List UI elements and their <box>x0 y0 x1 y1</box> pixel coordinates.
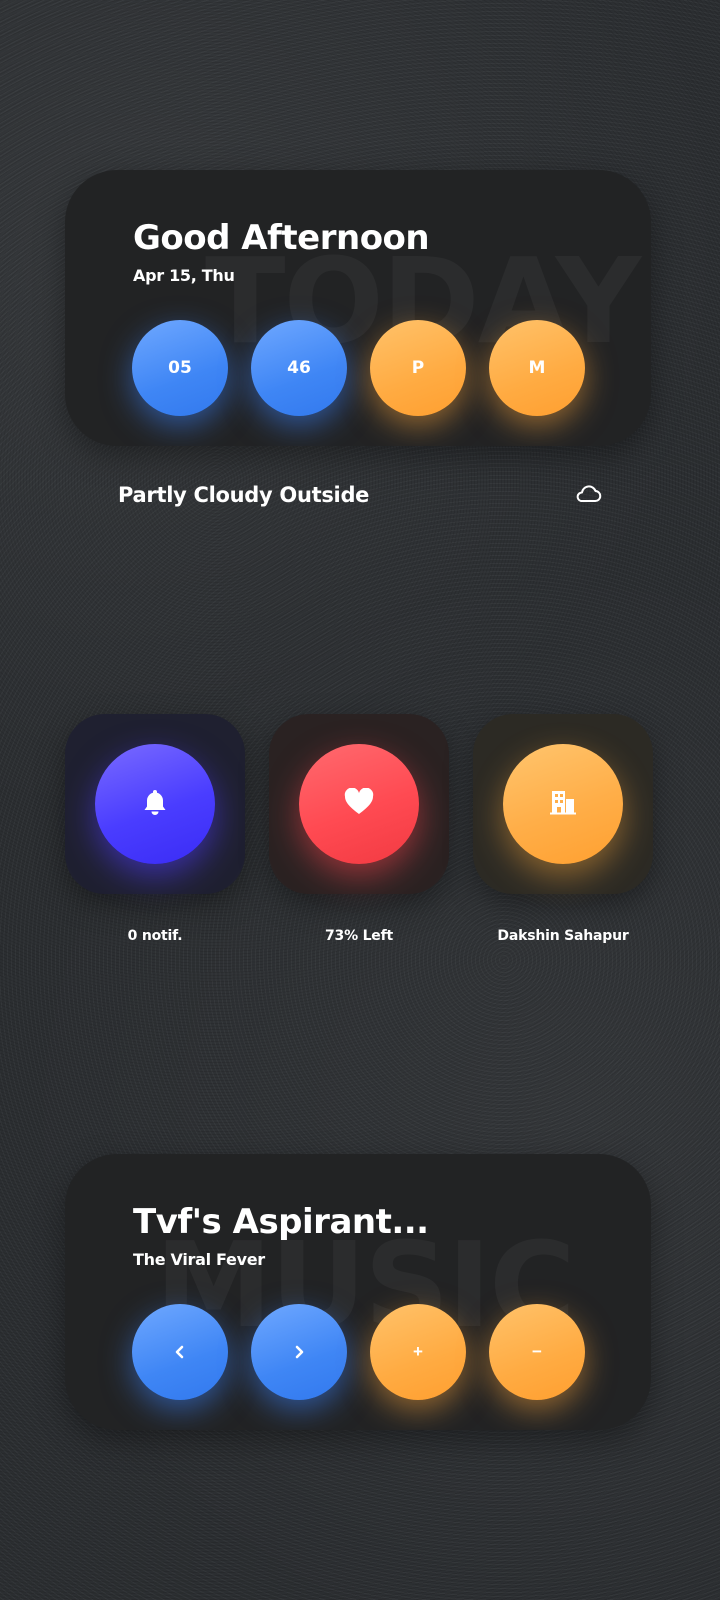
ampm-p-circle[interactable]: P <box>370 320 466 416</box>
location-button[interactable] <box>503 744 623 864</box>
cloud-icon <box>574 482 602 508</box>
volume-down-button[interactable]: − <box>489 1304 585 1400</box>
clock-widget: TODAY Good Afternoon Apr 15, Thu 05 46 P… <box>65 170 651 446</box>
minute-circle[interactable]: 46 <box>251 320 347 416</box>
location-label: Dakshin Sahapur <box>497 928 629 944</box>
location-tile[interactable] <box>473 714 653 894</box>
track-title: Tvf's Aspirant... <box>133 1202 429 1242</box>
building-icon <box>549 789 577 819</box>
music-widget: MUSIC Tvf's Aspirant... The Viral Fever … <box>65 1154 651 1430</box>
ampm-m-circle[interactable]: M <box>489 320 585 416</box>
health-button[interactable] <box>299 744 419 864</box>
next-button[interactable] <box>251 1304 347 1400</box>
hour-circle[interactable]: 05 <box>132 320 228 416</box>
date-label: Apr 15, Thu <box>133 266 235 285</box>
music-controls: + − <box>132 1304 585 1400</box>
health-label: 73% Left <box>325 928 393 944</box>
notifications-tile[interactable] <box>65 714 245 894</box>
chevron-left-icon <box>173 1344 187 1360</box>
weather-text: Partly Cloudy Outside <box>118 483 370 507</box>
greeting-title: Good Afternoon <box>133 218 430 258</box>
health-tile[interactable] <box>269 714 449 894</box>
bell-icon <box>140 787 170 821</box>
time-row: 05 46 P M <box>132 320 585 416</box>
previous-button[interactable] <box>132 1304 228 1400</box>
volume-up-button[interactable]: + <box>370 1304 466 1400</box>
chevron-right-icon <box>292 1344 306 1360</box>
heart-icon <box>344 787 374 820</box>
artist-label: The Viral Fever <box>133 1250 265 1269</box>
notifications-button[interactable] <box>95 744 215 864</box>
weather-row[interactable]: Partly Cloudy Outside <box>118 478 602 512</box>
notifications-label: 0 notif. <box>127 928 183 944</box>
